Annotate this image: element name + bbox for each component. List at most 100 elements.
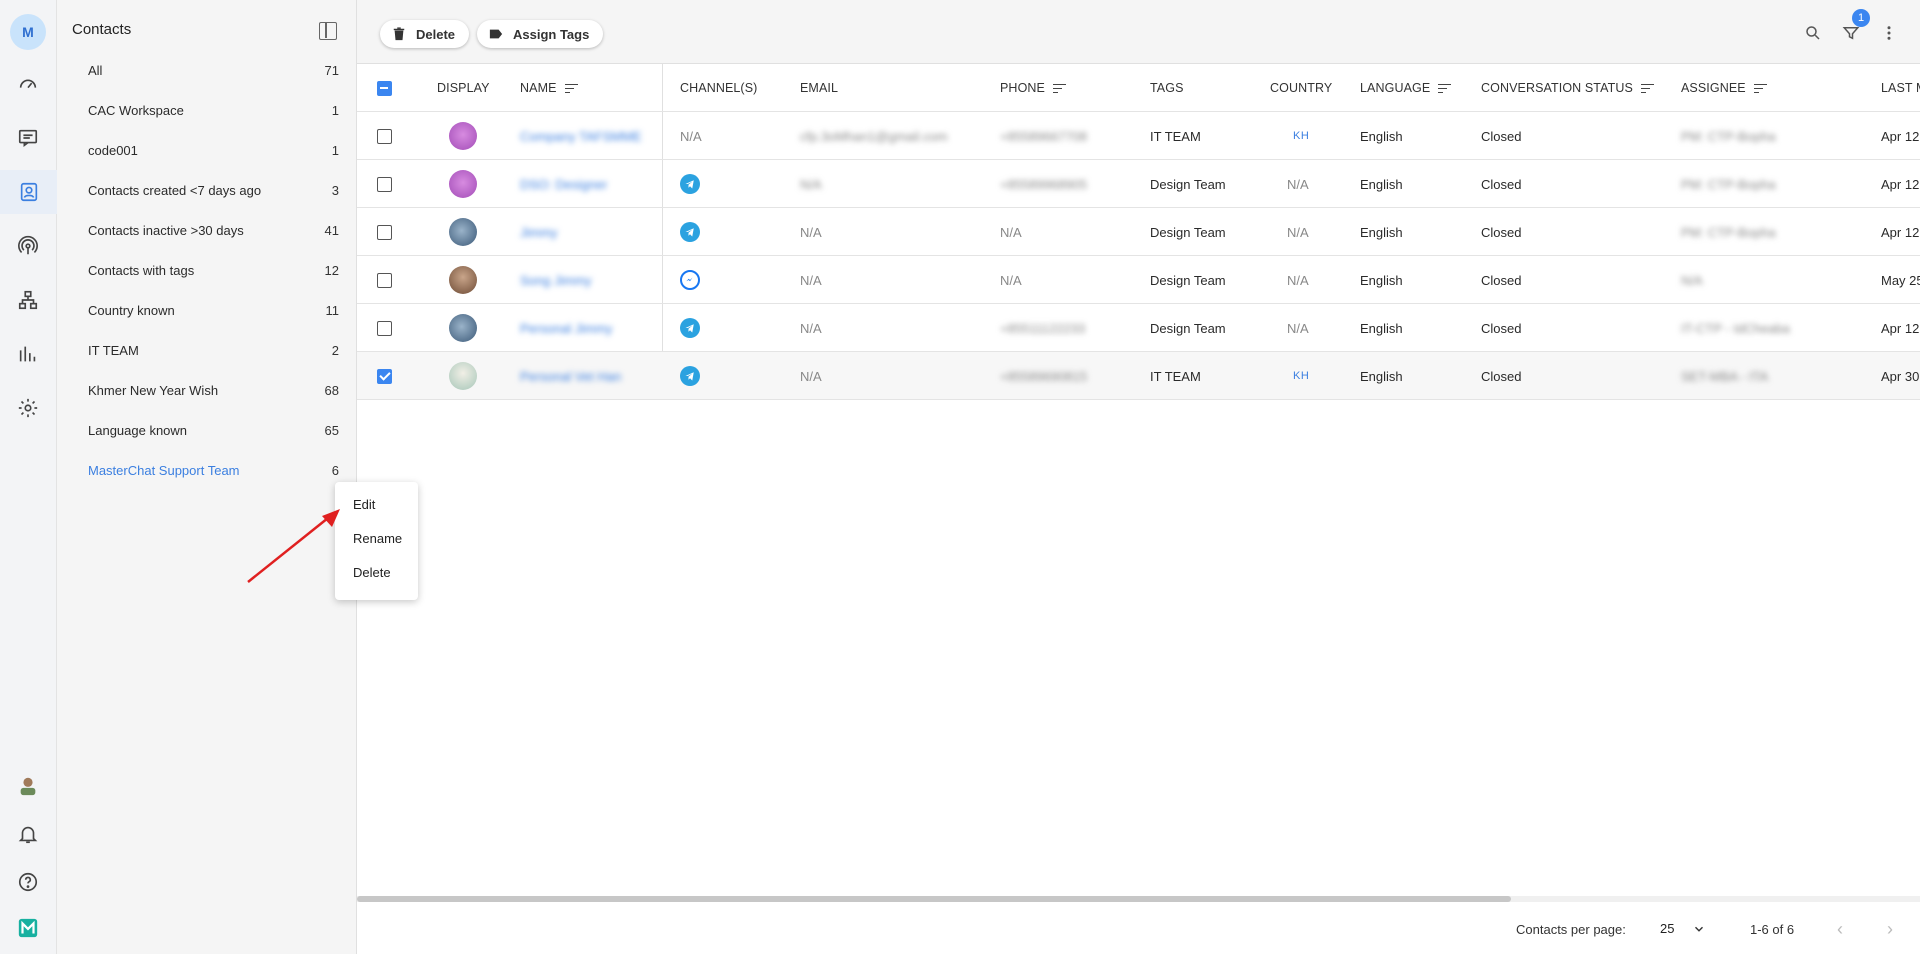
rows-per-page-select[interactable]: 25 bbox=[1660, 921, 1706, 936]
contact-name[interactable]: Company TAFSMME bbox=[520, 112, 642, 160]
row-checkbox[interactable] bbox=[377, 368, 392, 384]
search-icon[interactable] bbox=[1802, 22, 1824, 44]
phone-cell: N/A bbox=[1000, 224, 1022, 240]
filter-icon[interactable]: 1 bbox=[1840, 9, 1870, 44]
segment-item-code001[interactable]: code001 1 bbox=[57, 130, 357, 170]
delete-button[interactable]: Delete bbox=[380, 20, 470, 48]
header-language[interactable]: LANGUAGE bbox=[1360, 64, 1452, 112]
more-options-icon[interactable] bbox=[1878, 22, 1900, 44]
contacts-icon[interactable] bbox=[0, 170, 57, 214]
country-cell: N/A bbox=[1287, 272, 1309, 288]
segment-count: 12 bbox=[324, 262, 339, 278]
row-select-cell bbox=[377, 160, 392, 208]
status-cell: Closed bbox=[1481, 176, 1522, 192]
segment-label: All bbox=[88, 62, 103, 78]
sort-icon bbox=[1438, 83, 1452, 93]
row-select-cell bbox=[377, 112, 392, 160]
masterchat-logo-icon bbox=[14, 914, 42, 942]
segment-label: Khmer New Year Wish bbox=[88, 382, 219, 398]
segment-count: 2 bbox=[331, 342, 339, 358]
segment-item-masterchat-support[interactable]: MasterChat Support Team 6 bbox=[57, 450, 357, 490]
header-name[interactable]: NAME bbox=[520, 64, 578, 112]
tag-icon bbox=[489, 29, 503, 39]
assign-tags-label: Assign Tags bbox=[513, 26, 590, 42]
header-assignee-label: ASSIGNEE bbox=[1681, 81, 1746, 95]
segment-item-cac-workspace[interactable]: CAC Workspace 1 bbox=[57, 90, 357, 130]
contact-name[interactable]: Jimmy bbox=[520, 208, 558, 256]
select-all-checkbox[interactable] bbox=[377, 80, 392, 96]
chevron-down-icon bbox=[1695, 926, 1704, 932]
contact-name[interactable]: Song Jimmy bbox=[520, 256, 592, 304]
next-page-icon[interactable]: › bbox=[1887, 919, 1893, 940]
conversations-icon[interactable] bbox=[14, 124, 42, 152]
previous-page-icon[interactable]: ‹ bbox=[1837, 919, 1843, 940]
reports-icon[interactable] bbox=[14, 340, 42, 368]
segment-count: 1 bbox=[331, 102, 339, 118]
display-cell bbox=[449, 304, 477, 352]
dashboard-icon[interactable] bbox=[14, 70, 42, 98]
tags-cell: IT TEAM bbox=[1150, 368, 1201, 384]
assignee-cell: PM: CTP-Bopha bbox=[1681, 176, 1776, 192]
tags-cell: IT TEAM bbox=[1150, 128, 1201, 144]
last-message-cell: Apr 12 bbox=[1881, 320, 1920, 336]
workspace-avatar[interactable]: M bbox=[10, 14, 46, 50]
table-row[interactable]: DSO: Designer N/A +85589968905 Design Te… bbox=[357, 160, 1920, 208]
settings-icon[interactable] bbox=[14, 394, 42, 422]
select-all-cell bbox=[377, 64, 392, 112]
segment-count: 65 bbox=[324, 422, 339, 438]
contact-avatar bbox=[449, 266, 477, 294]
row-checkbox[interactable] bbox=[377, 128, 392, 144]
assign-tags-button[interactable]: Assign Tags bbox=[477, 20, 604, 48]
header-status[interactable]: CONVERSATION STATUS bbox=[1481, 64, 1654, 112]
table-row[interactable]: Personal Vet Han N/A +85589690815 IT TEA… bbox=[357, 352, 1920, 400]
header-last-message: LAST M bbox=[1881, 81, 1920, 95]
table-row[interactable]: Company TAFSMME N/A cfp.3oMhan1@gmail.co… bbox=[357, 112, 1920, 160]
row-checkbox[interactable] bbox=[377, 224, 392, 240]
contact-name[interactable]: Personal Vet Han bbox=[520, 352, 621, 400]
language-cell: English bbox=[1360, 368, 1403, 384]
segment-item-created-recent[interactable]: Contacts created <7 days ago 3 bbox=[57, 170, 357, 210]
channel-cell bbox=[680, 256, 700, 304]
contact-name[interactable]: Personal Jimmy bbox=[520, 304, 612, 352]
header-phone[interactable]: PHONE bbox=[1000, 64, 1066, 112]
sort-icon bbox=[1052, 83, 1066, 93]
segment-item-language-known[interactable]: Language known 65 bbox=[57, 410, 357, 450]
display-cell bbox=[449, 160, 477, 208]
segment-item-khmer-new-year[interactable]: Khmer New Year Wish 68 bbox=[57, 370, 357, 410]
segment-item-all[interactable]: All 71 bbox=[57, 50, 357, 90]
segment-item-with-tags[interactable]: Contacts with tags 12 bbox=[57, 250, 357, 290]
table-row[interactable]: Personal Jimmy N/A +85511122233 Design T… bbox=[357, 304, 1920, 352]
row-checkbox[interactable] bbox=[377, 176, 392, 192]
collapse-sidebar-icon[interactable] bbox=[319, 22, 337, 40]
broadcast-icon[interactable] bbox=[14, 232, 42, 260]
segment-item-inactive[interactable]: Contacts inactive >30 days 41 bbox=[57, 210, 357, 250]
segment-item-country-known[interactable]: Country known 11 bbox=[57, 290, 357, 330]
segment-item-it-team[interactable]: IT TEAM 2 bbox=[57, 330, 357, 370]
user-avatar-icon[interactable] bbox=[14, 772, 42, 800]
scrollbar-thumb[interactable] bbox=[357, 896, 1511, 902]
messenger-icon bbox=[680, 270, 700, 290]
header-status-label: CONVERSATION STATUS bbox=[1481, 81, 1633, 95]
table-row[interactable]: Jimmy N/A N/A Design Team N/A English Cl… bbox=[357, 208, 1920, 256]
tags-cell: Design Team bbox=[1150, 272, 1226, 288]
channel-cell bbox=[680, 304, 700, 352]
telegram-icon bbox=[680, 174, 700, 194]
table-row[interactable]: Song Jimmy N/A N/A Design Team N/A Engli… bbox=[357, 256, 1920, 304]
row-checkbox[interactable] bbox=[377, 320, 392, 336]
trash-icon bbox=[393, 27, 405, 41]
help-icon[interactable] bbox=[14, 868, 42, 896]
workflow-icon[interactable] bbox=[14, 286, 42, 314]
row-select-cell bbox=[377, 352, 392, 400]
segment-label: Contacts created <7 days ago bbox=[88, 182, 262, 198]
tags-cell: Design Team bbox=[1150, 176, 1226, 192]
horizontal-scrollbar[interactable] bbox=[357, 896, 1920, 902]
row-checkbox[interactable] bbox=[377, 272, 392, 288]
notifications-icon[interactable] bbox=[14, 820, 42, 848]
annotation-arrow-icon bbox=[247, 509, 340, 583]
header-assignee[interactable]: ASSIGNEE bbox=[1681, 64, 1767, 112]
segment-count: 68 bbox=[324, 382, 339, 398]
last-message-cell: Apr 12 bbox=[1881, 224, 1920, 240]
filter-count-badge: 1 bbox=[1852, 9, 1870, 27]
contact-name[interactable]: DSO: Designer bbox=[520, 160, 607, 208]
phone-cell: +85589968905 bbox=[1000, 176, 1088, 192]
